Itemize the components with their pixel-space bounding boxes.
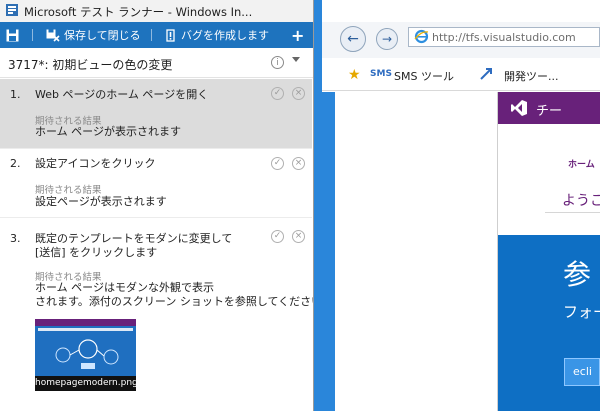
internet-explorer-icon bbox=[414, 29, 429, 44]
page-rule bbox=[545, 212, 600, 213]
step-number: 1. bbox=[10, 88, 21, 101]
info-icon[interactable]: i bbox=[271, 56, 284, 69]
chevron-down-icon[interactable] bbox=[292, 57, 300, 62]
dev-tools-icon bbox=[480, 68, 492, 80]
floppy-disk-icon bbox=[6, 29, 19, 41]
toolbar-separator bbox=[151, 29, 152, 41]
create-bug-button[interactable]: バグを作成します bbox=[164, 22, 269, 48]
attachment-filename[interactable]: homepagemodern.png bbox=[35, 376, 136, 391]
star-favorites-icon: ★ bbox=[348, 67, 361, 83]
create-bug-label: バグを作成します bbox=[181, 29, 269, 42]
thumbnail-line bbox=[38, 328, 133, 331]
hero-button-label: ecli bbox=[573, 365, 592, 378]
pass-step-icon[interactable]: ✓ bbox=[271, 157, 284, 170]
thumbnail-diagram bbox=[55, 339, 119, 369]
page-nav-home[interactable]: ホーム bbox=[568, 157, 595, 170]
bug-icon bbox=[166, 28, 175, 42]
title-bar: Microsoft テスト ランナー - Windows In... bbox=[0, 0, 313, 23]
back-arrow-icon[interactable]: ← bbox=[340, 26, 366, 52]
test-case-title: 3717*: 初期ビューの色の変更 bbox=[8, 58, 173, 72]
test-runner-app-icon bbox=[6, 4, 18, 16]
favorites-bar: ★ SMS SMS ツール 開発ツー... bbox=[322, 60, 600, 91]
test-step-2[interactable]: 2. 設定アイコンをクリック 期待される結果 設定ページが表示されます ✓ × bbox=[0, 149, 312, 217]
save-close-icon bbox=[46, 29, 60, 42]
page-hero: 参 フォー ecli bbox=[498, 235, 600, 411]
address-text[interactable]: http://tfs.visualstudio.com bbox=[432, 31, 576, 44]
page-header-text: チー bbox=[536, 104, 563, 119]
expected-result-label: 期待される結果 bbox=[35, 185, 102, 196]
toolbar-separator bbox=[32, 29, 33, 41]
thumbnail-header bbox=[35, 319, 136, 326]
save-button[interactable] bbox=[6, 22, 23, 48]
page-header: チー bbox=[498, 92, 600, 124]
add-icon[interactable]: + bbox=[291, 22, 304, 48]
step-number: 3. bbox=[10, 232, 21, 245]
hero-subtitle: フォー bbox=[563, 303, 600, 321]
sms-badge: SMS bbox=[370, 69, 392, 79]
expected-result-line-1: ホーム ページはモダンな外観で表示 bbox=[35, 281, 214, 294]
step-number: 2. bbox=[10, 157, 21, 170]
save-and-close-button[interactable]: 保存して閉じる bbox=[46, 22, 141, 48]
test-case-header: 3717*: 初期ビューの色の変更 i bbox=[0, 49, 313, 78]
forward-arrow-icon[interactable]: → bbox=[376, 28, 398, 50]
hero-button[interactable]: ecli bbox=[564, 358, 600, 386]
step-action-line-1: 既定のテンプレートをモダンに変更して bbox=[35, 232, 233, 245]
window-title: Microsoft テスト ランナー - Windows In... bbox=[24, 5, 253, 19]
fail-step-icon[interactable]: × bbox=[292, 157, 305, 170]
test-step-1[interactable]: 1. Web ページのホーム ページを開く 期待される結果 ホーム ページが表示… bbox=[0, 79, 312, 148]
save-and-close-label: 保存して閉じる bbox=[64, 29, 141, 42]
visual-studio-logo-icon bbox=[511, 100, 527, 116]
fail-step-icon[interactable]: × bbox=[292, 230, 305, 243]
test-runner-panel: Microsoft テスト ランナー - Windows In... 保存して閉… bbox=[0, 0, 314, 411]
page-left-gutter bbox=[322, 92, 335, 411]
expected-result-line-2: されます。添付のスクリーン ショットを参照してください。 bbox=[35, 295, 314, 308]
pass-step-icon[interactable]: ✓ bbox=[271, 230, 284, 243]
step-action: 設定アイコンをクリック bbox=[35, 157, 156, 170]
fail-step-icon[interactable]: × bbox=[292, 87, 305, 100]
step-action-line-2: [送信] をクリックします bbox=[35, 246, 158, 259]
step-action: Web ページのホーム ページを開く bbox=[35, 88, 209, 101]
toolbar: 保存して閉じる バグを作成します + bbox=[0, 22, 313, 48]
pass-step-icon[interactable]: ✓ bbox=[271, 87, 284, 100]
favorite-link-dev[interactable]: 開発ツー... bbox=[504, 68, 559, 84]
favorite-link-sms[interactable]: SMS ツール bbox=[394, 68, 454, 84]
hero-title: 参 bbox=[563, 258, 592, 291]
page-welcome: ようこ bbox=[562, 193, 600, 209]
expected-result: 設定ページが表示されます bbox=[35, 195, 167, 208]
expected-result: ホーム ページが表示されます bbox=[35, 125, 181, 138]
